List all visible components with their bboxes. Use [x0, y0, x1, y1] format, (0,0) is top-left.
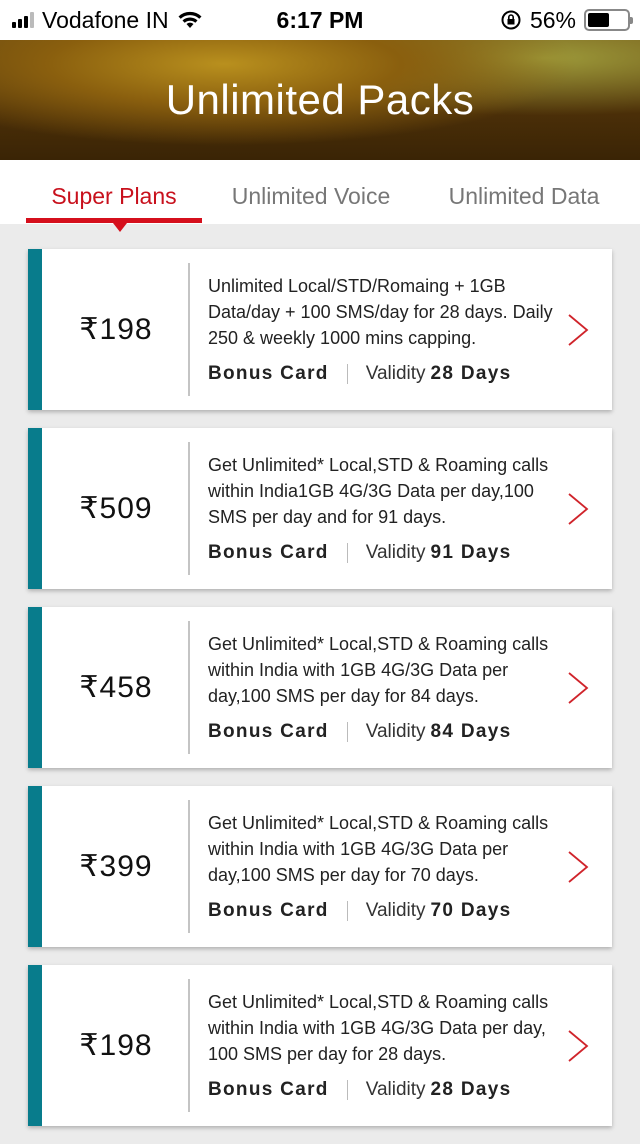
bonus-label: Bonus Card [208, 900, 329, 921]
meta-separator [346, 543, 348, 563]
card-divider [188, 979, 190, 1112]
tab-unlimited-data[interactable]: Unlimited Data [436, 160, 612, 224]
bonus-label: Bonus Card [208, 721, 329, 742]
chevron-right-icon[interactable] [566, 671, 590, 705]
plan-card[interactable]: ₹198 Unlimited Local/STD/Romaing + 1GB D… [28, 249, 612, 410]
bonus-label: Bonus Card [208, 363, 329, 384]
card-divider [188, 621, 190, 754]
card-accent-bar [28, 607, 42, 768]
plan-description: Get Unlimited* Local,STD & Roaming calls… [208, 634, 549, 706]
validity-value: 91 Days [430, 542, 512, 563]
active-tab-caret [113, 223, 127, 232]
status-bar: Vodafone IN 6:17 PM 56% [0, 0, 640, 40]
battery-percent: 56% [529, 6, 576, 33]
meta-separator [346, 901, 348, 921]
plan-card[interactable]: ₹198 Get Unlimited* Local,STD & Roaming … [28, 965, 612, 1126]
card-accent-bar [28, 786, 42, 947]
plan-price: ₹399 [79, 850, 153, 883]
card-divider [188, 263, 190, 396]
plan-price: ₹198 [79, 1029, 153, 1062]
chevron-right-icon[interactable] [566, 313, 590, 347]
validity-label: Validity [365, 1079, 426, 1100]
validity-value: 28 Days [430, 363, 512, 384]
signal-icon [12, 12, 34, 28]
validity-value: 28 Days [430, 1079, 512, 1100]
plan-description: Get Unlimited* Local,STD & Roaming calls… [208, 813, 549, 885]
rotation-lock-icon [501, 10, 521, 30]
validity-value: 70 Days [430, 900, 512, 921]
validity-label: Validity [365, 721, 426, 742]
card-accent-bar [28, 965, 42, 1126]
chevron-right-icon[interactable] [566, 492, 590, 526]
validity-label: Validity [365, 900, 426, 921]
plan-description: Get Unlimited* Local,STD & Roaming calls… [208, 455, 549, 527]
plan-price: ₹458 [79, 671, 153, 704]
header-banner: Unlimited Packs [0, 40, 640, 160]
plan-description: Unlimited Local/STD/Romaing + 1GB Data/d… [208, 276, 553, 348]
meta-separator [346, 722, 348, 742]
card-divider [188, 800, 190, 933]
chevron-right-icon[interactable] [566, 1029, 590, 1063]
tab-super-plans[interactable]: Super Plans [26, 160, 202, 224]
plan-price: ₹198 [79, 313, 153, 346]
carrier-name: Vodafone IN [42, 6, 169, 33]
page-title: Unlimited Packs [165, 76, 475, 123]
card-divider [188, 442, 190, 575]
tab-bar: Super Plans Unlimited Voice Unlimited Da… [0, 160, 640, 224]
card-accent-bar [28, 428, 42, 589]
tab-unlimited-voice[interactable]: Unlimited Voice [222, 160, 400, 224]
plan-list: ₹198 Unlimited Local/STD/Romaing + 1GB D… [28, 249, 612, 1144]
wifi-icon [178, 11, 202, 28]
chevron-right-icon[interactable] [566, 850, 590, 884]
plan-price: ₹509 [79, 492, 153, 525]
battery-icon [584, 9, 633, 31]
validity-value: 84 Days [430, 721, 512, 742]
plan-card[interactable]: ₹509 Get Unlimited* Local,STD & Roaming … [28, 428, 612, 589]
validity-label: Validity [365, 542, 426, 563]
meta-separator [346, 364, 348, 384]
validity-label: Validity [365, 363, 426, 384]
plan-description: Get Unlimited* Local,STD & Roaming calls… [208, 992, 549, 1064]
bonus-label: Bonus Card [208, 1079, 329, 1100]
plan-card[interactable]: ₹458 Get Unlimited* Local,STD & Roaming … [28, 607, 612, 768]
meta-separator [346, 1080, 348, 1100]
plan-card[interactable]: ₹399 Get Unlimited* Local,STD & Roaming … [28, 786, 612, 947]
card-accent-bar [28, 249, 42, 410]
bonus-label: Bonus Card [208, 542, 329, 563]
